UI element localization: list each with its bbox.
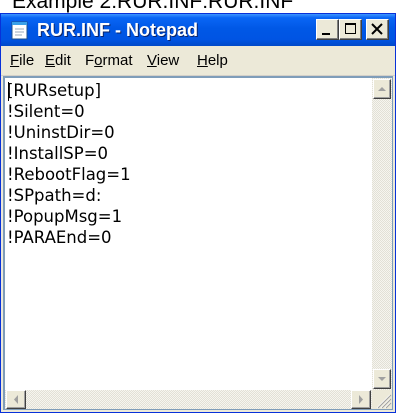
arrow-up-icon (378, 87, 386, 91)
close-button[interactable] (366, 19, 389, 40)
title-bar[interactable]: RUR.INF - Notepad (1, 14, 395, 46)
menu-file[interactable]: File (10, 51, 34, 71)
scroll-left-button[interactable] (6, 390, 26, 409)
menu-help[interactable]: Help (197, 51, 228, 71)
scroll-up-button[interactable] (373, 79, 391, 99)
menu-bar: File Edit Format View Help (1, 46, 395, 76)
resize-grip[interactable] (372, 390, 392, 409)
scroll-right-button[interactable] (351, 390, 371, 409)
text-editor-area[interactable]: [RURsetup] !Silent=0 !UninstDir=0 !Insta… (3, 76, 393, 410)
editor-text[interactable]: [RURsetup] !Silent=0 !UninstDir=0 !Insta… (7, 80, 361, 380)
horizontal-scrollbar[interactable] (5, 390, 372, 409)
resize-grip-icon (376, 394, 392, 409)
menu-edit[interactable]: Edit (45, 51, 71, 71)
close-icon (371, 23, 383, 35)
text-caret (8, 82, 9, 101)
minimize-button[interactable] (316, 19, 339, 40)
maximize-icon (345, 23, 356, 34)
window-title: RUR.INF - Notepad (37, 20, 198, 40)
maximize-button[interactable] (339, 19, 362, 40)
menu-format[interactable]: Format (85, 51, 133, 71)
arrow-down-icon (378, 377, 386, 381)
vertical-scrollbar[interactable] (372, 78, 392, 390)
arrow-right-icon (359, 395, 363, 404)
arrow-left-icon (14, 395, 18, 404)
notepad-icon[interactable] (9, 20, 31, 40)
notepad-window: RUR.INF - Notepad File Edit Format View … (0, 13, 396, 413)
minimize-icon (322, 33, 330, 35)
page-caption: Example 2:RUR.INF:RUR.INF (12, 0, 294, 13)
scroll-down-button[interactable] (373, 369, 391, 389)
menu-view[interactable]: View (147, 51, 179, 71)
